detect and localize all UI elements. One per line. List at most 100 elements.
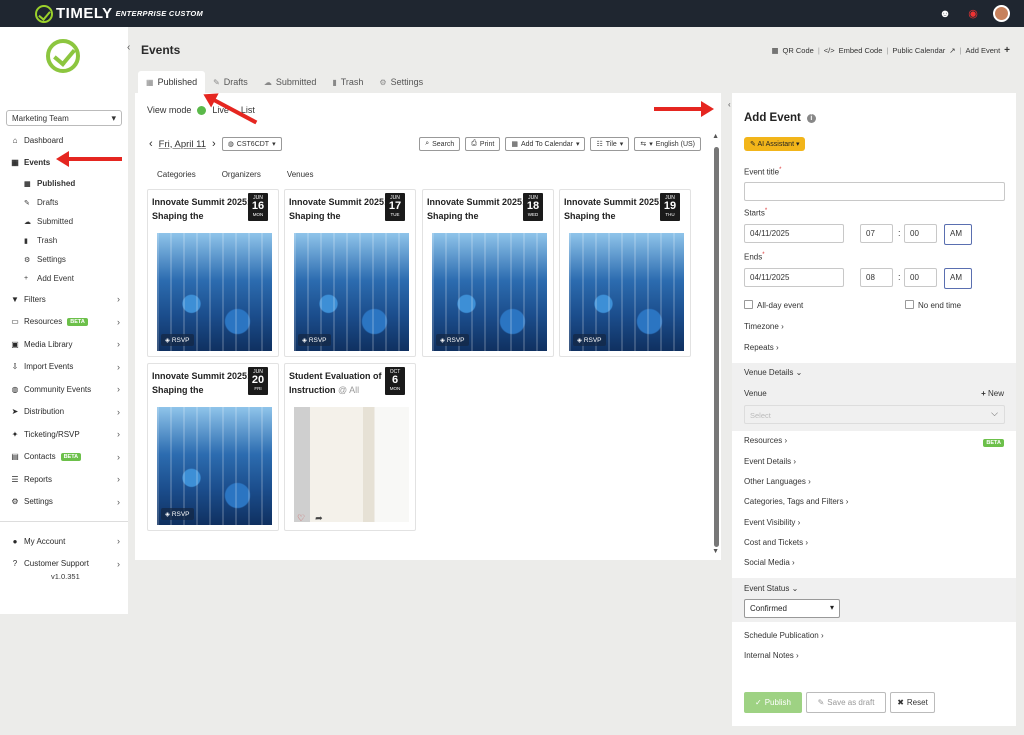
event-card[interactable]: Innovate Summit 2025: Shaping the JUN 19 T… xyxy=(559,189,691,357)
tab-submitted[interactable]: ☁ Submitted xyxy=(256,71,325,93)
start-ampm-toggle[interactable]: AM xyxy=(944,224,972,245)
event-image: ◈ RSVP xyxy=(157,233,272,351)
notification-bell-icon[interactable]: ◉ xyxy=(965,6,981,22)
sidebar-item-contacts[interactable]: ▤ Contacts BETA › xyxy=(0,446,128,469)
sidebar-item-ticketing-rsvp[interactable]: ✦ Ticketing/RSVP › xyxy=(0,423,128,446)
checkbox-box[interactable] xyxy=(905,300,914,309)
save-draft-button[interactable]: ✎ Save as draft xyxy=(806,692,886,713)
layout-dropdown[interactable]: ☷ Tile ▾ xyxy=(590,137,630,151)
sidebar-subitem-published[interactable]: ▦ Published xyxy=(0,174,128,193)
print-button[interactable]: ⎙ Print xyxy=(465,137,501,151)
other-languages-section[interactable]: Other Languages › xyxy=(744,477,811,486)
search-button[interactable]: ⌕ Search xyxy=(419,137,461,151)
filter-categories[interactable]: Categories xyxy=(157,170,196,179)
filter-organizers[interactable]: Organizers xyxy=(222,170,261,179)
sidebar-subitem-drafts[interactable]: ✎ Drafts xyxy=(0,193,128,212)
sidebar-item-settings[interactable]: ⚙ Settings › xyxy=(0,491,128,514)
sidebar-collapse-icon[interactable]: ‹ xyxy=(127,42,130,53)
rsvp-badge[interactable]: ◈ RSVP xyxy=(573,334,606,346)
share-icon[interactable]: ➦ xyxy=(315,513,323,524)
event-visibility-section[interactable]: Event Visibility › xyxy=(744,518,800,527)
sidebar-item-distribution[interactable]: ➤ Distribution › xyxy=(0,401,128,424)
rsvp-badge[interactable]: ◈ RSVP xyxy=(436,334,469,346)
event-card[interactable]: Innovate Summit 2025: Shaping the JUN 17 T… xyxy=(284,189,416,357)
support-agent-icon[interactable]: ☻ xyxy=(937,6,953,22)
event-status-toggle[interactable]: Event Status ⌄ xyxy=(744,584,798,593)
sidebar-item-import-events[interactable]: ⇩ Import Events › xyxy=(0,356,128,379)
timezone-section[interactable]: Timezone › xyxy=(744,322,784,331)
rsvp-badge[interactable]: ◈ RSVP xyxy=(298,334,331,346)
checkbox-box[interactable] xyxy=(744,300,753,309)
current-date[interactable]: Fri, April 11 xyxy=(159,139,206,150)
brand-logo[interactable]: TIMELY ENTERPRISE CUSTOM xyxy=(35,4,203,23)
tab-settings[interactable]: ⚙ Settings xyxy=(371,71,431,93)
event-card[interactable]: Innovate Summit 2025: Shaping the JUN 16 M… xyxy=(147,189,279,357)
scroll-up-icon[interactable]: ▲ xyxy=(712,133,719,140)
new-venue-button[interactable]: + New xyxy=(981,389,1004,398)
embed-code-link[interactable]: Embed Code xyxy=(839,46,883,55)
sidebar-subitem-add-event[interactable]: + Add Event xyxy=(0,269,128,288)
team-selector[interactable]: Marketing Team xyxy=(6,110,122,126)
sidebar-item-filters[interactable]: ▼ Filters › xyxy=(0,288,128,311)
live-radio[interactable] xyxy=(197,105,207,115)
start-hour-input[interactable]: 07 xyxy=(860,224,893,243)
scrollbar-thumb[interactable] xyxy=(714,147,719,547)
start-minute-input[interactable]: 00 xyxy=(904,224,937,243)
social-media-section[interactable]: Social Media › xyxy=(744,558,795,567)
cost-tickets-section[interactable]: Cost and Tickets › xyxy=(744,538,808,547)
event-card[interactable]: Innovate Summit 2025: Shaping the JUN 18 W… xyxy=(422,189,554,357)
sidebar-item-community-events[interactable]: ◍ Community Events › xyxy=(0,378,128,401)
end-ampm-toggle[interactable]: AM xyxy=(944,268,972,289)
sidebar-item-reports[interactable]: ☰ Reports › xyxy=(0,468,128,491)
event-card[interactable]: Student Evaluation of Instruction @ All … xyxy=(284,363,416,531)
user-avatar[interactable] xyxy=(993,5,1010,22)
end-minute-input[interactable]: 00 xyxy=(904,268,937,287)
event-card[interactable]: Innovate Summit 2025: Shaping the JUN 20 F… xyxy=(147,363,279,531)
public-calendar-link[interactable]: Public Calendar xyxy=(892,46,945,55)
sidebar-subitem-label: Submitted xyxy=(37,217,74,226)
scroll-down-icon[interactable]: ▼ xyxy=(712,548,719,555)
start-date-input[interactable]: 04/11/2025 xyxy=(744,224,844,243)
event-title-input[interactable] xyxy=(744,182,1005,201)
venue-details-toggle[interactable]: Venue Details ⌄ xyxy=(744,368,802,377)
event-details-section[interactable]: Event Details › xyxy=(744,457,796,466)
chevron-right-icon[interactable]: › xyxy=(212,138,216,150)
publish-button[interactable]: ✓ Publish xyxy=(744,692,802,713)
chevron-right-icon: › xyxy=(805,538,809,547)
internal-notes-section[interactable]: Internal Notes › xyxy=(744,651,799,660)
sidebar-item-media-library[interactable]: ▣ Media Library › xyxy=(0,333,128,356)
rsvp-badge[interactable]: ◈ RSVP xyxy=(161,508,194,520)
sidebar-subitem-trash[interactable]: ▮ Trash xyxy=(0,231,128,250)
sidebar-item-my-account[interactable]: ● My Account › xyxy=(0,530,128,553)
panel-toggle-icon[interactable]: ‹ xyxy=(728,100,731,109)
resources-section[interactable]: Resources › xyxy=(744,436,787,445)
tab-published[interactable]: ▦ Published xyxy=(138,71,206,93)
sidebar-subitem-settings[interactable]: ⚙ Settings xyxy=(0,250,128,269)
add-event-link[interactable]: Add Event xyxy=(966,46,1001,55)
chevron-left-icon[interactable]: ‹ xyxy=(149,138,153,150)
reset-button[interactable]: ✖ Reset xyxy=(890,692,935,713)
repeats-section[interactable]: Repeats › xyxy=(744,343,779,352)
venue-select[interactable]: Select xyxy=(744,405,1005,424)
event-status-select[interactable]: Confirmed xyxy=(744,599,840,618)
globe-icon: ◍ xyxy=(227,141,234,148)
filter-venues[interactable]: Venues xyxy=(287,170,314,179)
qr-code-link[interactable]: QR Code xyxy=(783,46,814,55)
schedule-publication-section[interactable]: Schedule Publication › xyxy=(744,631,824,640)
sidebar-item-resources[interactable]: ▭ Resources BETA › xyxy=(0,311,128,334)
end-date-input[interactable]: 04/11/2025 xyxy=(744,268,844,287)
info-icon[interactable]: i xyxy=(806,114,816,123)
rsvp-badge[interactable]: ◈ RSVP xyxy=(161,334,194,346)
heart-icon[interactable]: ♡ xyxy=(297,513,305,524)
end-hour-input[interactable]: 08 xyxy=(860,268,893,287)
sidebar-item-dashboard[interactable]: ⌂ Dashboard xyxy=(0,129,128,152)
ai-assistant-button[interactable]: ✎ AI Assistant ▾ xyxy=(744,137,806,151)
all-day-checkbox[interactable]: All-day event xyxy=(744,300,803,310)
timezone-dropdown[interactable]: ◍ CST6CDT ▾ xyxy=(221,137,282,151)
tab-trash[interactable]: ▮ Trash xyxy=(324,71,371,93)
categories-tags-section[interactable]: Categories, Tags and Filters › xyxy=(744,497,848,506)
no-end-time-checkbox[interactable]: No end time xyxy=(905,300,961,310)
add-to-calendar-dropdown[interactable]: ▦ Add To Calendar ▾ xyxy=(505,137,586,151)
language-dropdown[interactable]: ⇆ ▾ English (US) xyxy=(634,137,701,151)
sidebar-subitem-submitted[interactable]: ☁ Submitted xyxy=(0,212,128,231)
